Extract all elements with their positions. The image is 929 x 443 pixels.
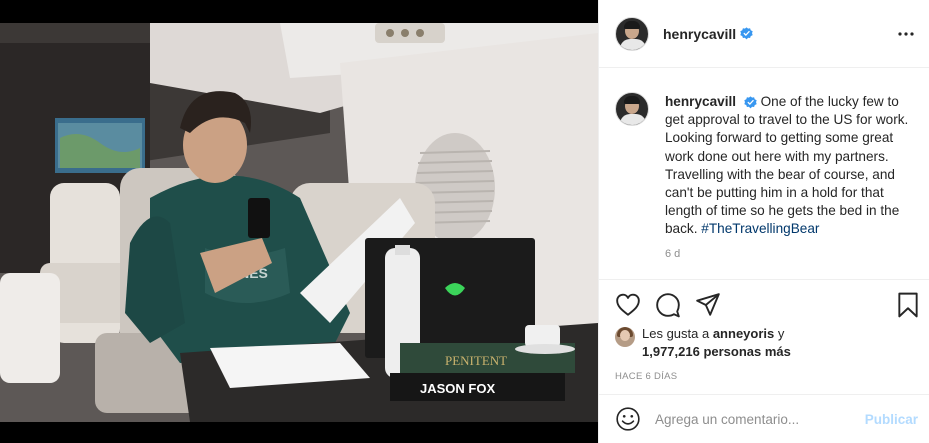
heart-icon[interactable] (615, 292, 641, 318)
caption-time: 6 d (665, 247, 681, 260)
post-panel: henrycavill henrycavill One of the lucky… (598, 0, 929, 443)
smiley-icon[interactable] (615, 406, 641, 432)
svg-text:JASON FOX: JASON FOX (420, 381, 495, 396)
post-caption: henrycavill One of the lucky few to get … (599, 69, 929, 277)
likes-prefix: Les gusta a (642, 326, 713, 341)
svg-text:PENITENT: PENITENT (445, 353, 507, 368)
likes-count[interactable]: 1,977,216 personas más (642, 344, 791, 359)
verified-badge-icon (744, 96, 757, 109)
bookmark-icon[interactable] (895, 292, 921, 318)
author-avatar[interactable] (615, 16, 649, 51)
post-timestamp[interactable]: HACE 6 DÍAS (615, 371, 677, 382)
verified-badge-icon (740, 27, 753, 40)
photo-scene: ARINES PENITENT JASON FOX (0, 23, 598, 422)
caption-body: One of the lucky few to get approval to … (665, 94, 909, 237)
author-username[interactable]: henrycavill (663, 26, 736, 42)
send-icon[interactable] (695, 292, 721, 318)
publish-button[interactable]: Publicar (865, 412, 918, 427)
more-dots-icon[interactable] (894, 22, 918, 46)
post-actions (599, 279, 929, 329)
likes-text: Les gusta a anneyoris y 1,977,216 person… (642, 325, 791, 365)
photo-letterbox-top (0, 0, 598, 23)
comment-input[interactable] (655, 411, 845, 427)
likes-summary: Les gusta a anneyoris y 1,977,216 person… (615, 325, 915, 365)
caption-username[interactable]: henrycavill (665, 94, 736, 109)
likes-conjunction: y (774, 326, 785, 341)
post-header: henrycavill (599, 0, 929, 68)
caption-hashtag[interactable]: #TheTravellingBear (701, 221, 819, 236)
liker-avatar[interactable] (615, 327, 635, 347)
caption-text: henrycavill One of the lucky few to get … (665, 93, 914, 277)
add-comment-bar: Publicar (599, 394, 929, 443)
post-photo[interactable]: ARINES PENITENT JASON FOX (0, 0, 598, 443)
liker-username[interactable]: anneyoris (713, 326, 774, 341)
comment-bubble-icon[interactable] (655, 292, 681, 318)
photo-letterbox-bottom (0, 422, 598, 443)
caption-avatar[interactable] (615, 92, 649, 126)
